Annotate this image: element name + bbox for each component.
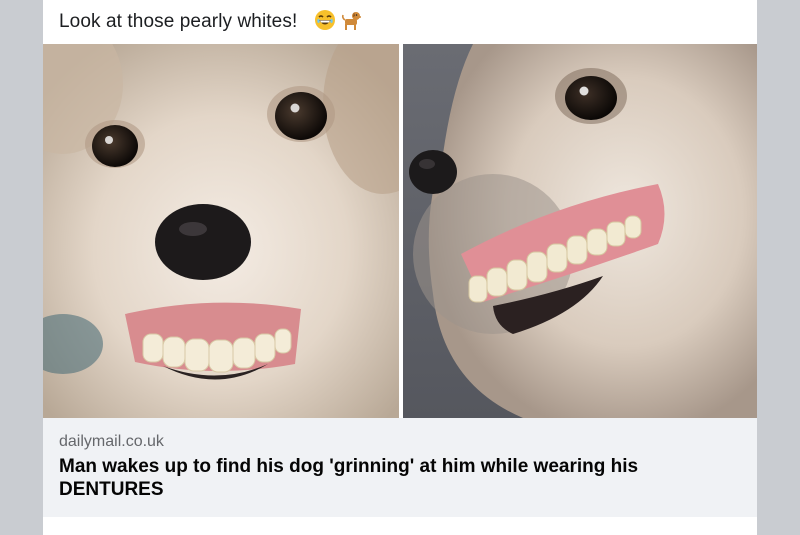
post-emojis	[314, 9, 362, 31]
link-headline[interactable]: Man wakes up to find his dog 'grinning' …	[59, 455, 699, 501]
post-card: Look at those pearly whites! dailymail.c…	[43, 0, 757, 535]
grinning-face-emoji-icon	[315, 10, 335, 30]
link-domain: dailymail.co.uk	[59, 433, 164, 450]
card-footer	[43, 517, 757, 535]
left-margin	[0, 0, 43, 535]
link-preview[interactable]: dailymail.co.uk Man wakes up to find his…	[43, 418, 757, 517]
dog-grinning-side-photo[interactable]	[403, 44, 757, 418]
post-text: Look at those pearly whites!	[59, 11, 298, 32]
dog-emoji-icon	[341, 12, 361, 30]
right-margin	[757, 0, 800, 535]
dog-grinning-front-photo[interactable]	[43, 44, 399, 418]
